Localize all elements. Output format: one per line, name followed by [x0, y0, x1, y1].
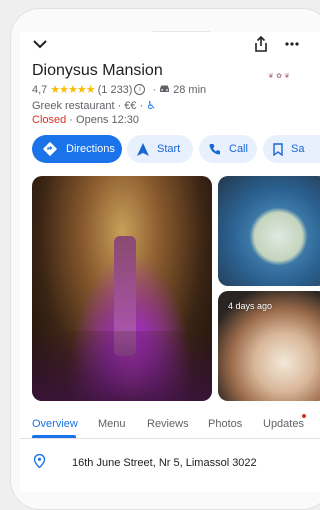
tab-overview[interactable]: Overview [32, 418, 78, 430]
save-button[interactable]: Sa [263, 135, 320, 163]
call-button[interactable]: Call [199, 135, 257, 163]
photo-age-badge: 4 days ago [228, 301, 273, 311]
bookmark-icon [273, 142, 283, 156]
rating-value: 4,7 [32, 83, 48, 96]
navigation-arrow-icon [137, 142, 149, 156]
photo-food-plate[interactable] [218, 176, 320, 286]
tab-updates[interactable]: Updates [263, 418, 304, 430]
status-opens: · Opens 12:30 [66, 114, 140, 126]
address-row[interactable]: 16th June Street, Nr 5, Limassol 3022 [20, 440, 320, 480]
tab-menu[interactable]: Menu [98, 418, 126, 430]
hours-status[interactable]: Closed · Opens 12:30 [32, 114, 139, 126]
tab-bar: Overview Menu Reviews Photos Updates [20, 410, 320, 439]
info-icon[interactable]: i [134, 84, 146, 95]
location-pin-icon [33, 453, 46, 473]
directions-button[interactable]: Directions [32, 135, 122, 163]
photo-food-salad[interactable]: 4 days ago [218, 291, 320, 401]
chevron-down-icon[interactable] [30, 36, 50, 52]
directions-icon [42, 141, 58, 157]
place-title: Dionysus Mansion [32, 62, 163, 79]
star-rating-icon: ★★★★★ [50, 84, 95, 96]
drive-time: 28 min [173, 83, 207, 96]
call-label: Call [229, 143, 248, 155]
directions-label: Directions [66, 143, 115, 155]
updates-notification-dot [302, 414, 306, 418]
phone-icon [209, 144, 220, 155]
save-label: Sa [291, 143, 305, 155]
tab-reviews[interactable]: Reviews [147, 418, 189, 430]
share-icon[interactable] [252, 35, 270, 53]
category-row: Greek restaurant · €€ · ♿ [32, 99, 157, 113]
tab-photos[interactable]: Photos [208, 418, 242, 430]
photo-main-courtyard[interactable] [32, 176, 212, 401]
address-text: 16th June Street, Nr 5, Limassol 3022 [72, 457, 257, 469]
svg-text:❦ ✿ ❦: ❦ ✿ ❦ [268, 72, 290, 80]
rating-row[interactable]: 4,7 ★★★★★ (1 233) i · 28 min [32, 83, 207, 97]
status-closed: Closed [32, 114, 67, 126]
reviews-count: (1 233) [97, 83, 133, 96]
place-sheet: Dionysus Mansion ❦ ✿ ❦ 4,7 ★★★★★ (1 233)… [20, 32, 320, 492]
start-label: Start [157, 143, 181, 155]
wheelchair-icon: ♿ [146, 100, 157, 112]
category-text: Greek restaurant · €€ · [32, 99, 144, 112]
restaurant-logo: ❦ ✿ ❦ [268, 68, 302, 82]
start-button[interactable]: Start [127, 135, 193, 163]
active-tab-indicator [32, 435, 76, 438]
furniture-shade [32, 331, 212, 401]
more-options-icon[interactable] [282, 35, 302, 53]
car-icon [159, 84, 170, 96]
